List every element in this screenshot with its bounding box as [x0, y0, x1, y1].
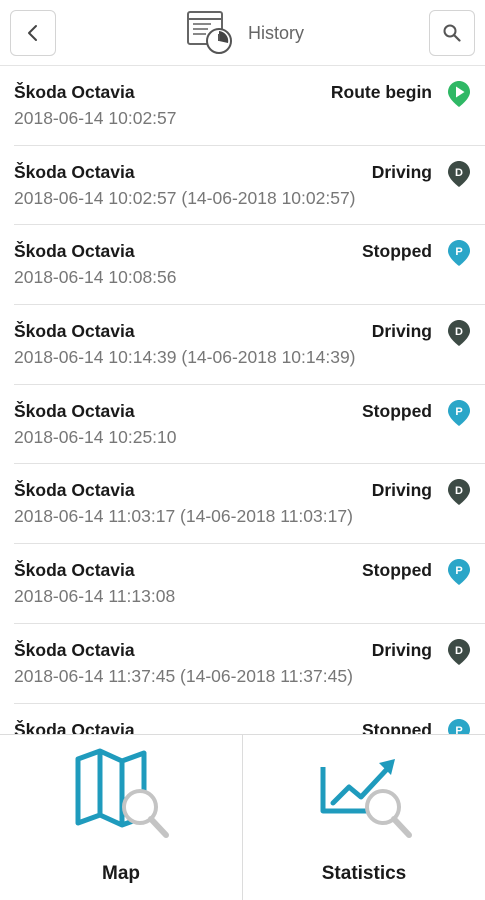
event-status: Driving — [371, 480, 432, 501]
map-label: Map — [102, 863, 140, 884]
event-time: 2018-06-14 11:37:45 (14-06-2018 11:37:45… — [14, 665, 353, 686]
svg-text:P: P — [455, 565, 462, 577]
svg-text:D: D — [455, 167, 463, 179]
event-time: 2018-06-14 11:03:17 (14-06-2018 11:03:17… — [14, 506, 353, 527]
driving-pin-icon: D — [448, 320, 470, 347]
history-row[interactable]: Škoda Octavia 2018-06-14 11:13:08 Stoppe… — [14, 544, 485, 624]
svg-text:D: D — [455, 645, 463, 657]
history-row[interactable]: Škoda Octavia 2018-06-14 10:14:39 (14-06… — [14, 305, 485, 385]
vehicle-name: Škoda Octavia — [14, 480, 135, 501]
search-icon — [443, 24, 461, 42]
event-time: 2018-06-14 10:25:10 — [14, 426, 177, 447]
history-row[interactable]: Škoda Octavia Stopped P — [14, 704, 485, 735]
history-row[interactable]: Škoda Octavia 2018-06-14 10:08:56 Stoppe… — [14, 225, 485, 306]
driving-pin-icon: D — [448, 479, 470, 506]
back-button[interactable] — [10, 10, 56, 56]
vehicle-name: Škoda Octavia — [14, 719, 135, 735]
history-row[interactable]: Škoda Octavia 2018-06-14 10:25:10 Stoppe… — [14, 385, 485, 465]
history-row[interactable]: Škoda Octavia 2018-06-14 10:02:57 Route … — [14, 66, 485, 146]
event-time: 2018-06-14 10:14:39 (14-06-2018 10:14:39… — [14, 347, 356, 368]
statistics-label: Statistics — [321, 863, 407, 884]
event-status: Driving — [371, 639, 432, 660]
stopped-pin-icon: P — [448, 718, 470, 735]
driving-pin-icon: D — [448, 160, 470, 187]
chart-search-icon — [320, 759, 412, 838]
event-status: Stopped — [362, 719, 432, 735]
event-status: Driving — [371, 161, 432, 182]
route-begin-pin-icon — [448, 81, 470, 107]
vehicle-name: Škoda Octavia — [14, 321, 135, 342]
svg-text:P: P — [455, 406, 462, 418]
bottom-nav: Map Statistics — [0, 734, 485, 900]
event-status: Stopped — [362, 241, 432, 262]
event-status: Stopped — [362, 560, 432, 581]
event-time: 2018-06-14 11:13:08 — [14, 586, 176, 607]
history-row[interactable]: Škoda Octavia 2018-06-14 11:03:17 (14-06… — [14, 464, 485, 545]
history-row[interactable]: Škoda Octavia 2018-06-14 11:37:45 (14-06… — [14, 624, 485, 704]
vehicle-name: Škoda Octavia — [14, 560, 135, 581]
event-status: Route begin — [330, 82, 432, 102]
svg-text:P: P — [455, 725, 462, 735]
svg-text:D: D — [455, 485, 463, 497]
search-button[interactable] — [429, 10, 475, 56]
svg-text:D: D — [455, 326, 463, 338]
driving-pin-icon: D — [448, 638, 470, 665]
chevron-left-icon — [28, 25, 37, 41]
vehicle-name: Škoda Octavia — [14, 400, 135, 421]
vehicle-name: Škoda Octavia — [14, 639, 135, 660]
history-list[interactable]: Škoda Octavia 2018-06-14 10:02:57 Route … — [0, 66, 485, 734]
event-time: 2018-06-14 10:08:56 — [14, 267, 177, 288]
stopped-pin-icon: P — [448, 399, 470, 426]
event-status: Driving — [371, 321, 432, 342]
stopped-pin-icon: P — [448, 240, 470, 267]
history-row[interactable]: Škoda Octavia 2018-06-14 10:02:57 (14-06… — [14, 146, 485, 226]
vehicle-name: Škoda Octavia — [14, 241, 135, 262]
event-status: Stopped — [362, 400, 432, 421]
header-title-group: History — [186, 9, 304, 57]
event-time: 2018-06-14 10:02:57 (14-06-2018 10:02:57… — [14, 187, 356, 208]
svg-text:P: P — [455, 246, 462, 258]
app-header: History — [0, 0, 485, 66]
vehicle-name: Škoda Octavia — [14, 82, 135, 102]
statistics-button[interactable]: Statistics — [242, 735, 485, 900]
event-time: 2018-06-14 10:02:57 — [14, 108, 177, 128]
stopped-pin-icon: P — [448, 559, 470, 586]
vehicle-name: Škoda Octavia — [14, 161, 135, 182]
map-search-icon — [75, 748, 169, 838]
page-title: History — [248, 22, 305, 43]
map-button[interactable]: Map — [0, 735, 242, 900]
history-clock-icon — [187, 11, 232, 54]
